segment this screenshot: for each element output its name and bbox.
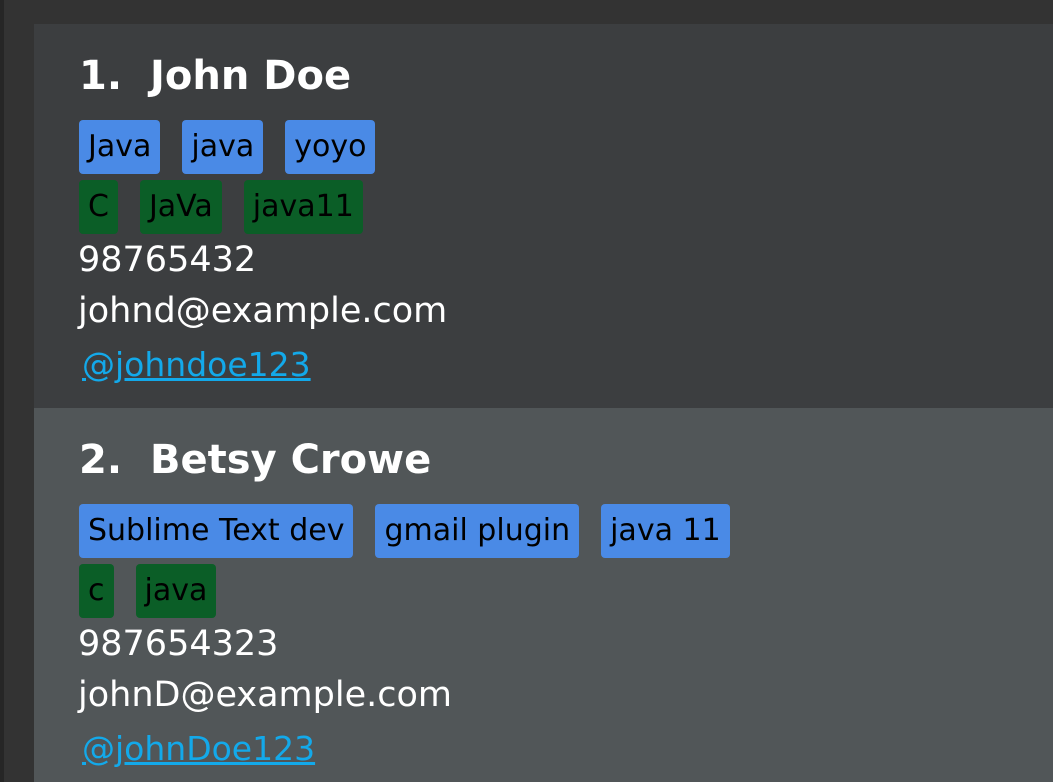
window-border — [0, 0, 4, 782]
person-email: johnD@example.com — [78, 675, 452, 715]
app-window: 1. John Doe Java java yoyo C JaVa java11 … — [0, 0, 1053, 782]
person-handle-link[interactable]: @johndoe123 — [82, 342, 311, 388]
tag: c — [79, 564, 114, 618]
secondary-tag-list: c java — [79, 564, 217, 618]
person-phone: 98765432 — [78, 240, 257, 280]
tag: JaVa — [139, 180, 222, 234]
person-index: 1. — [79, 53, 123, 99]
primary-tag-list: Java java yoyo — [79, 120, 376, 174]
person-name: John Doe — [150, 53, 352, 99]
primary-tag-list: Sublime Text dev gmail plugin java 11 — [79, 504, 730, 558]
person-email: johnd@example.com — [78, 291, 448, 331]
secondary-tag-list: C JaVa java11 — [79, 180, 363, 234]
person-handle-link[interactable]: @johnDoe123 — [82, 726, 315, 772]
person-name-line: 1. John Doe — [79, 52, 351, 100]
person-card-2[interactable]: 2. Betsy Crowe Sublime Text dev gmail plu… — [34, 408, 1053, 782]
person-card-1[interactable]: 1. John Doe Java java yoyo C JaVa java11 … — [34, 24, 1053, 408]
tag: gmail plugin — [375, 504, 580, 558]
person-list[interactable]: 1. John Doe Java java yoyo C JaVa java11 … — [34, 24, 1053, 782]
tag: C — [79, 180, 118, 234]
tag: java — [182, 120, 264, 174]
person-name-line: 2. Betsy Crowe — [79, 436, 431, 484]
tag: java — [135, 564, 217, 618]
person-name: Betsy Crowe — [150, 437, 432, 483]
tag: yoyo — [285, 120, 376, 174]
tag: java 11 — [601, 504, 730, 558]
tag: java11 — [243, 180, 363, 234]
tag: Java — [79, 120, 161, 174]
person-index: 2. — [79, 437, 123, 483]
tag: Sublime Text dev — [79, 504, 354, 558]
person-phone: 987654323 — [78, 624, 279, 664]
